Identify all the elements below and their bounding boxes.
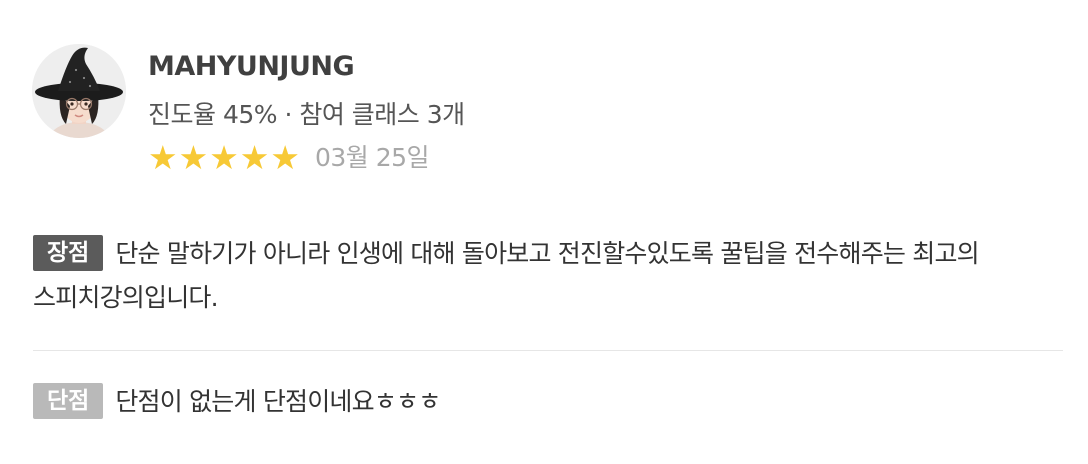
cons-tag: 단점 [33, 383, 104, 419]
cons-text: 단점이 없는게 단점이네요ㅎㅎㅎ [115, 387, 441, 416]
avatar[interactable] [32, 44, 126, 138]
user-name: MAHYUNJUNG [148, 51, 355, 82]
star-icon: ★ [209, 138, 239, 177]
star-icon: ★ [239, 138, 270, 177]
star-rating: ★ ★ ★ ★ ★ [148, 141, 301, 175]
user-progress-meta: 진도율 45% · 참여 클래스 3개 [148, 100, 465, 129]
pros-tag: 장점 [33, 235, 104, 271]
star-icon: ★ [270, 138, 300, 177]
star-icon: ★ [178, 138, 209, 177]
review-card: MAHYUNJUNG 진도율 45% · 참여 클래스 3개 ★ ★ ★ ★ ★… [0, 0, 1088, 464]
pros-section: 장점 단순 말하기가 아니라 인생에 대해 돌아보고 전진할수있도록 꿀팁을 전수… [33, 232, 1062, 320]
avatar-image [32, 44, 126, 138]
rating-row: ★ ★ ★ ★ ★ 03월 25일 [148, 140, 430, 176]
review-date: 03월 25일 [314, 143, 430, 172]
star-icon: ★ [148, 138, 178, 177]
pros-text: 단순 말하기가 아니라 인생에 대해 돌아보고 전진할수있도록 꿀팁을 전수해주… [33, 239, 980, 312]
divider [33, 350, 1063, 351]
cons-section: 단점 단점이 없는게 단점이네요ㅎㅎㅎ [33, 380, 1062, 424]
